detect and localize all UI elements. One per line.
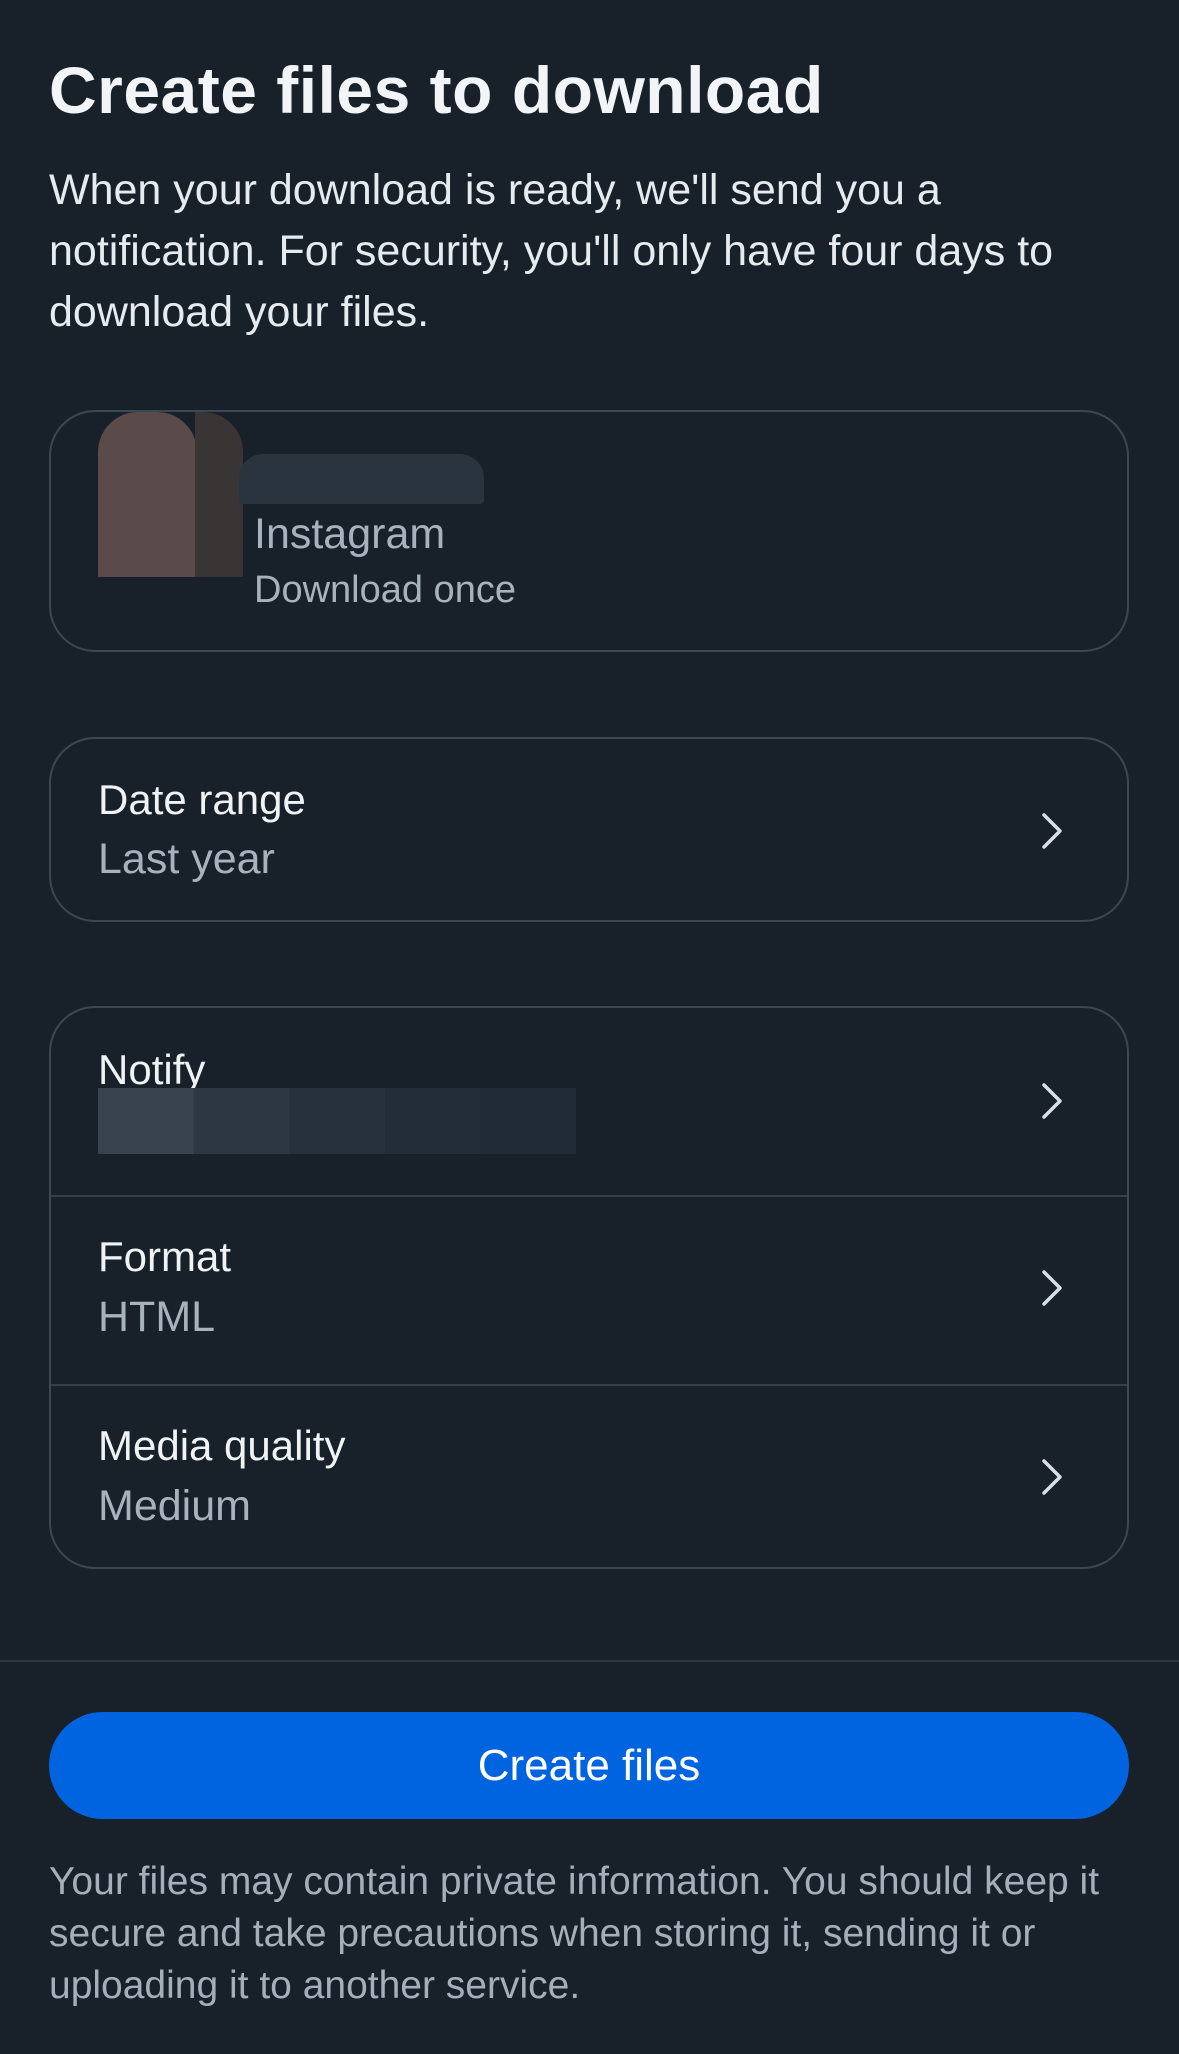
media-quality-row[interactable]: Media quality Medium bbox=[51, 1386, 1127, 1569]
notify-title: Notify bbox=[98, 1046, 206, 1093]
chevron-right-icon bbox=[1031, 1268, 1071, 1308]
footer-divider bbox=[0, 1660, 1179, 1662]
format-title: Format bbox=[98, 1233, 232, 1280]
avatar bbox=[98, 412, 197, 577]
redacted-notify-target bbox=[98, 1088, 576, 1154]
chevron-right-icon bbox=[1031, 811, 1071, 851]
account-card: Instagram Download once bbox=[49, 410, 1129, 652]
account-app-name: Instagram bbox=[254, 510, 446, 558]
media-quality-value: Medium bbox=[98, 1482, 251, 1530]
notify-row[interactable]: Notify bbox=[51, 1008, 1127, 1195]
chevron-right-icon bbox=[1031, 1081, 1071, 1121]
create-files-button[interactable]: Create files bbox=[49, 1712, 1129, 1819]
date-range-row[interactable]: Date range Last year bbox=[49, 737, 1129, 922]
page-title: Create files to download bbox=[49, 53, 824, 127]
date-range-value: Last year bbox=[98, 835, 275, 883]
format-row[interactable]: Format HTML bbox=[51, 1197, 1127, 1384]
redacted-username bbox=[239, 454, 484, 504]
intro-text: When your download is ready, we'll send … bbox=[49, 166, 1054, 336]
privacy-disclaimer: Your files may contain private informati… bbox=[49, 1860, 1100, 2007]
date-range-title: Date range bbox=[98, 776, 306, 823]
chevron-right-icon bbox=[1031, 1457, 1071, 1497]
account-download-frequency: Download once bbox=[254, 569, 516, 611]
media-quality-title: Media quality bbox=[98, 1422, 346, 1469]
export-settings-card: Notify Format HTML Media quality Medium bbox=[49, 1006, 1129, 1569]
format-value: HTML bbox=[98, 1293, 216, 1341]
avatar-shade bbox=[195, 412, 243, 577]
